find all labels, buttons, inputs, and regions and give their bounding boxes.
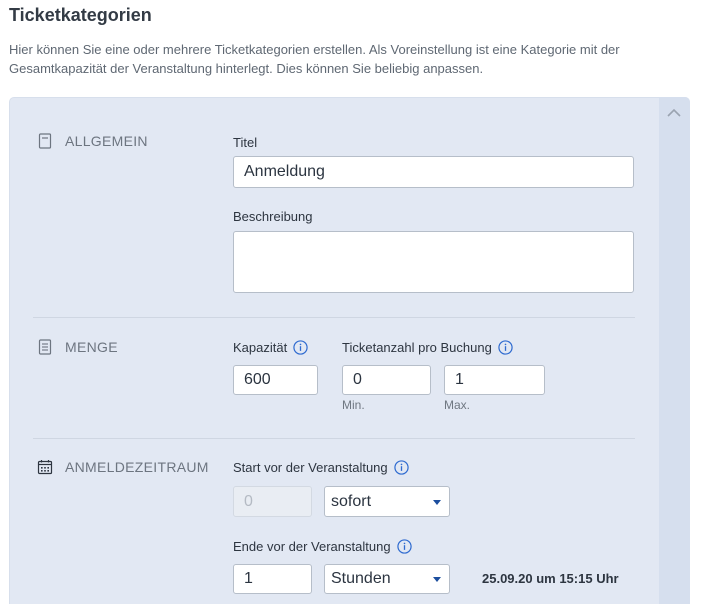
end-datetime-text: 25.09.20 um 15:15 Uhr [482,571,619,586]
page-title: Ticketkategorien [9,5,152,25]
capacity-label-row: Kapazität [233,340,308,355]
max-tickets-input[interactable] [444,365,545,395]
min-tickets-input[interactable] [342,365,431,395]
section-menge: MENGE [37,339,118,355]
min-hint: Min. [342,398,365,412]
end-label: Ende vor der Veranstaltung [233,539,391,554]
end-unit-value: Stunden [331,570,391,587]
section-allgemein: ALLGEMEIN [37,133,148,149]
document-icon [38,133,52,149]
title-input[interactable] [233,156,634,188]
page-intro: Hier können Sie eine oder mehrere Ticket… [9,42,620,76]
dropdown-caret-icon [433,577,441,582]
description-textarea[interactable] [233,231,634,293]
end-label-row: Ende vor der Veranstaltung [233,539,412,554]
start-label: Start vor der Veranstaltung [233,460,388,475]
section-allgemein-label: ALLGEMEIN [65,133,148,149]
end-amount-input[interactable] [233,564,312,594]
list-icon [38,339,52,355]
section-menge-label: MENGE [65,339,118,355]
max-hint: Max. [444,398,471,412]
info-icon[interactable] [393,460,409,475]
description-label: Beschreibung [233,209,313,224]
info-icon[interactable] [396,539,412,554]
capacity-label: Kapazität [233,340,288,355]
section-anmeldezeitraum-label: ANMELDEZEITRAUM [65,459,209,475]
section-anmeldezeitraum: ANMELDEZEITRAUM [37,459,209,475]
end-unit-select[interactable]: Stunden [324,564,450,594]
title-label: Titel [233,135,258,150]
tickets-per-booking-label: Ticketanzahl pro Buchung [342,340,492,355]
start-unit-value: sofort [331,492,372,510]
collapse-chevron-up-icon[interactable] [665,104,683,122]
dropdown-caret-icon [433,499,441,505]
calendar-icon [37,460,53,475]
start-label-row: Start vor der Veranstaltung [233,460,409,475]
info-icon[interactable] [498,340,513,355]
panel-scrollbar[interactable] [659,97,690,604]
start-amount-input [233,486,312,517]
tickets-per-booking-label-row: Ticketanzahl pro Buchung [342,340,513,355]
section-divider [33,438,635,439]
info-icon[interactable] [293,340,308,355]
capacity-input[interactable] [233,365,318,395]
start-unit-select[interactable]: sofort [324,486,450,517]
section-divider [33,317,635,318]
